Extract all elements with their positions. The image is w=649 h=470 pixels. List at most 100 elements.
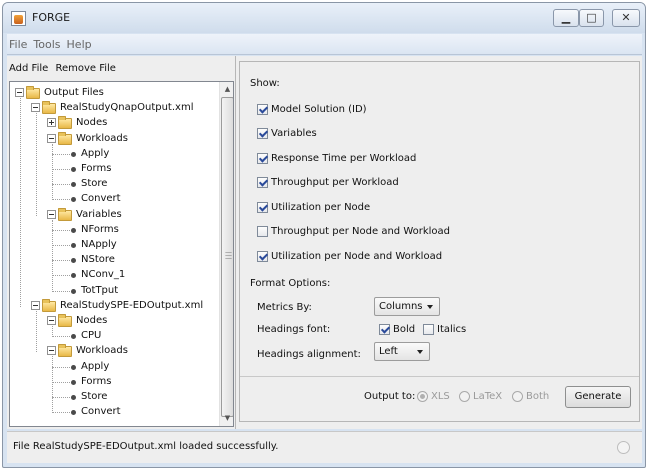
tree-node-label: CPU xyxy=(81,330,102,342)
tree-folder-node[interactable]: Nodes xyxy=(10,314,215,328)
tree-node-label: Nodes xyxy=(76,315,108,326)
collapse-icon[interactable] xyxy=(47,316,56,325)
tree-leaf-node[interactable]: Store xyxy=(10,390,215,404)
tree-node-label: NConv_1 xyxy=(81,269,126,281)
tree-leaf-node[interactable]: Forms xyxy=(10,375,215,389)
close-button[interactable]: ✕ xyxy=(612,9,640,27)
tree-folder-node[interactable]: RealStudyQnapOutput.xml xyxy=(10,101,215,115)
tree-connector xyxy=(52,412,70,414)
tree-connector xyxy=(52,260,70,262)
collapse-icon[interactable] xyxy=(47,209,56,219)
tree-folder-node[interactable]: Workloads xyxy=(10,344,215,358)
metrics-by-dropdown[interactable]: Columns xyxy=(374,297,440,316)
close-icon: ✕ xyxy=(621,11,631,24)
scroll-up-icon[interactable]: ▲ xyxy=(220,82,233,97)
tree-leaf-node[interactable]: Apply xyxy=(10,147,215,161)
tree-connector xyxy=(52,275,70,277)
tree-folder-node[interactable]: Variables xyxy=(10,207,215,222)
main-content: Add File Remove File Output Files RealStu… xyxy=(7,56,642,429)
collapse-icon[interactable] xyxy=(31,103,40,113)
leaf-icon xyxy=(71,182,76,188)
tree-folder-node[interactable]: Nodes xyxy=(10,116,215,130)
collapse-icon[interactable] xyxy=(47,346,56,356)
leaf-icon xyxy=(71,151,76,157)
tree-leaf-node[interactable]: Forms xyxy=(10,162,215,176)
show-title: Show: xyxy=(250,78,280,89)
tree-leaf-node[interactable]: NForms xyxy=(10,223,215,237)
radio-xls-label: XLS xyxy=(431,391,450,402)
scrollbar-thumb[interactable]: — — — xyxy=(221,97,233,417)
tree-node-label: NForms xyxy=(81,223,119,235)
scroll-down-icon[interactable]: ▼ xyxy=(220,411,233,426)
chevron-down-icon xyxy=(417,350,423,354)
tree-leaf-node[interactable]: CPU xyxy=(10,329,215,343)
menu-tools[interactable]: Tools xyxy=(30,34,63,55)
add-file-button[interactable]: Add File xyxy=(9,63,48,74)
tree-connector xyxy=(52,290,70,292)
leaf-icon xyxy=(71,364,76,370)
output-files-tree[interactable]: Output Files RealStudyQnapOutput.xml Nodes… xyxy=(9,81,234,427)
show-option-label: Throughput per Node and Workload xyxy=(271,226,451,237)
progress-spinner-icon xyxy=(617,441,630,454)
tree-leaf-node[interactable]: TotTput xyxy=(10,284,215,298)
leaf-icon xyxy=(71,273,76,279)
title-bar: FORGE ▁ □ ✕ xyxy=(3,3,645,33)
minimize-button[interactable]: ▁ xyxy=(553,9,579,27)
radio-both-label: Both xyxy=(526,391,550,402)
remove-file-button[interactable]: Remove File xyxy=(55,63,116,74)
chevron-down-icon xyxy=(427,305,433,309)
leaf-icon xyxy=(71,243,76,248)
checkbox-icon xyxy=(257,202,268,213)
headings-alignment-dropdown[interactable]: Left xyxy=(374,342,430,361)
tree-leaf-node[interactable]: NConv_1 xyxy=(10,268,215,282)
expand-icon[interactable] xyxy=(47,118,56,128)
folder-icon xyxy=(58,207,72,221)
tree-connector xyxy=(52,336,70,338)
collapse-icon[interactable] xyxy=(15,88,24,97)
alignment-value: Left xyxy=(379,346,398,357)
generate-button[interactable]: Generate xyxy=(565,386,631,408)
folder-icon xyxy=(42,298,56,312)
tree-connector xyxy=(52,381,70,383)
tree-leaf-node[interactable]: Apply xyxy=(10,360,215,374)
folder-icon xyxy=(58,314,72,327)
output-to-label: Output to: xyxy=(364,391,416,402)
menu-help[interactable]: Help xyxy=(64,34,95,55)
format-options-title: Format Options: xyxy=(250,278,331,289)
folder-icon xyxy=(58,116,72,130)
tree-folder-node[interactable]: RealStudySPE-EDOutput.xml xyxy=(10,298,215,313)
options-panel: Show: Model Solution (ID) Variables Respon… xyxy=(239,61,640,422)
checkbox-icon xyxy=(257,153,268,164)
tree-leaf-node[interactable]: Convert xyxy=(10,192,215,206)
tree-folder-node[interactable]: Workloads xyxy=(10,131,215,146)
maximize-button[interactable]: □ xyxy=(579,9,604,27)
leaf-icon xyxy=(71,395,76,400)
status-bar: File RealStudySPE-EDOutput.xml loaded su… xyxy=(7,431,642,463)
radio-latex-label: LaTeX xyxy=(473,391,503,402)
status-message: File RealStudySPE-EDOutput.xml loaded su… xyxy=(13,441,279,452)
headings-alignment-label: Headings alignment: xyxy=(257,349,361,360)
tree-folder-node[interactable]: Output Files xyxy=(10,86,215,100)
tree-node-label: Store xyxy=(81,178,108,190)
menu-file[interactable]: File xyxy=(7,34,30,55)
tree-node-label: RealStudySPE-EDOutput.xml xyxy=(60,299,204,311)
collapse-icon[interactable] xyxy=(31,300,40,310)
tree-scrollbar[interactable]: ▲ — — — ▼ xyxy=(219,82,233,426)
show-option-label: Utilization per Node xyxy=(271,202,371,213)
file-pane: Add File Remove File Output Files RealStu… xyxy=(7,56,236,429)
italics-check-icon xyxy=(423,324,434,335)
folder-icon xyxy=(58,344,72,358)
tree-node-label: Workloads xyxy=(76,132,128,144)
tree-leaf-node[interactable]: NStore xyxy=(10,253,215,267)
tree-connector xyxy=(52,397,70,398)
tree-leaf-node[interactable]: Convert xyxy=(10,405,215,419)
tree-leaf-node[interactable]: Store xyxy=(10,177,215,191)
collapse-icon[interactable] xyxy=(47,133,56,143)
folder-icon xyxy=(42,101,56,115)
grip-icon: — — — xyxy=(225,248,232,262)
show-option-label: Utilization per Node and Workload xyxy=(271,251,443,262)
show-option-label: Response Time per Workload xyxy=(271,153,417,164)
tree-leaf-node[interactable]: NApply xyxy=(10,238,215,252)
checkbox-icon xyxy=(257,251,268,262)
tree-connector xyxy=(52,229,70,231)
